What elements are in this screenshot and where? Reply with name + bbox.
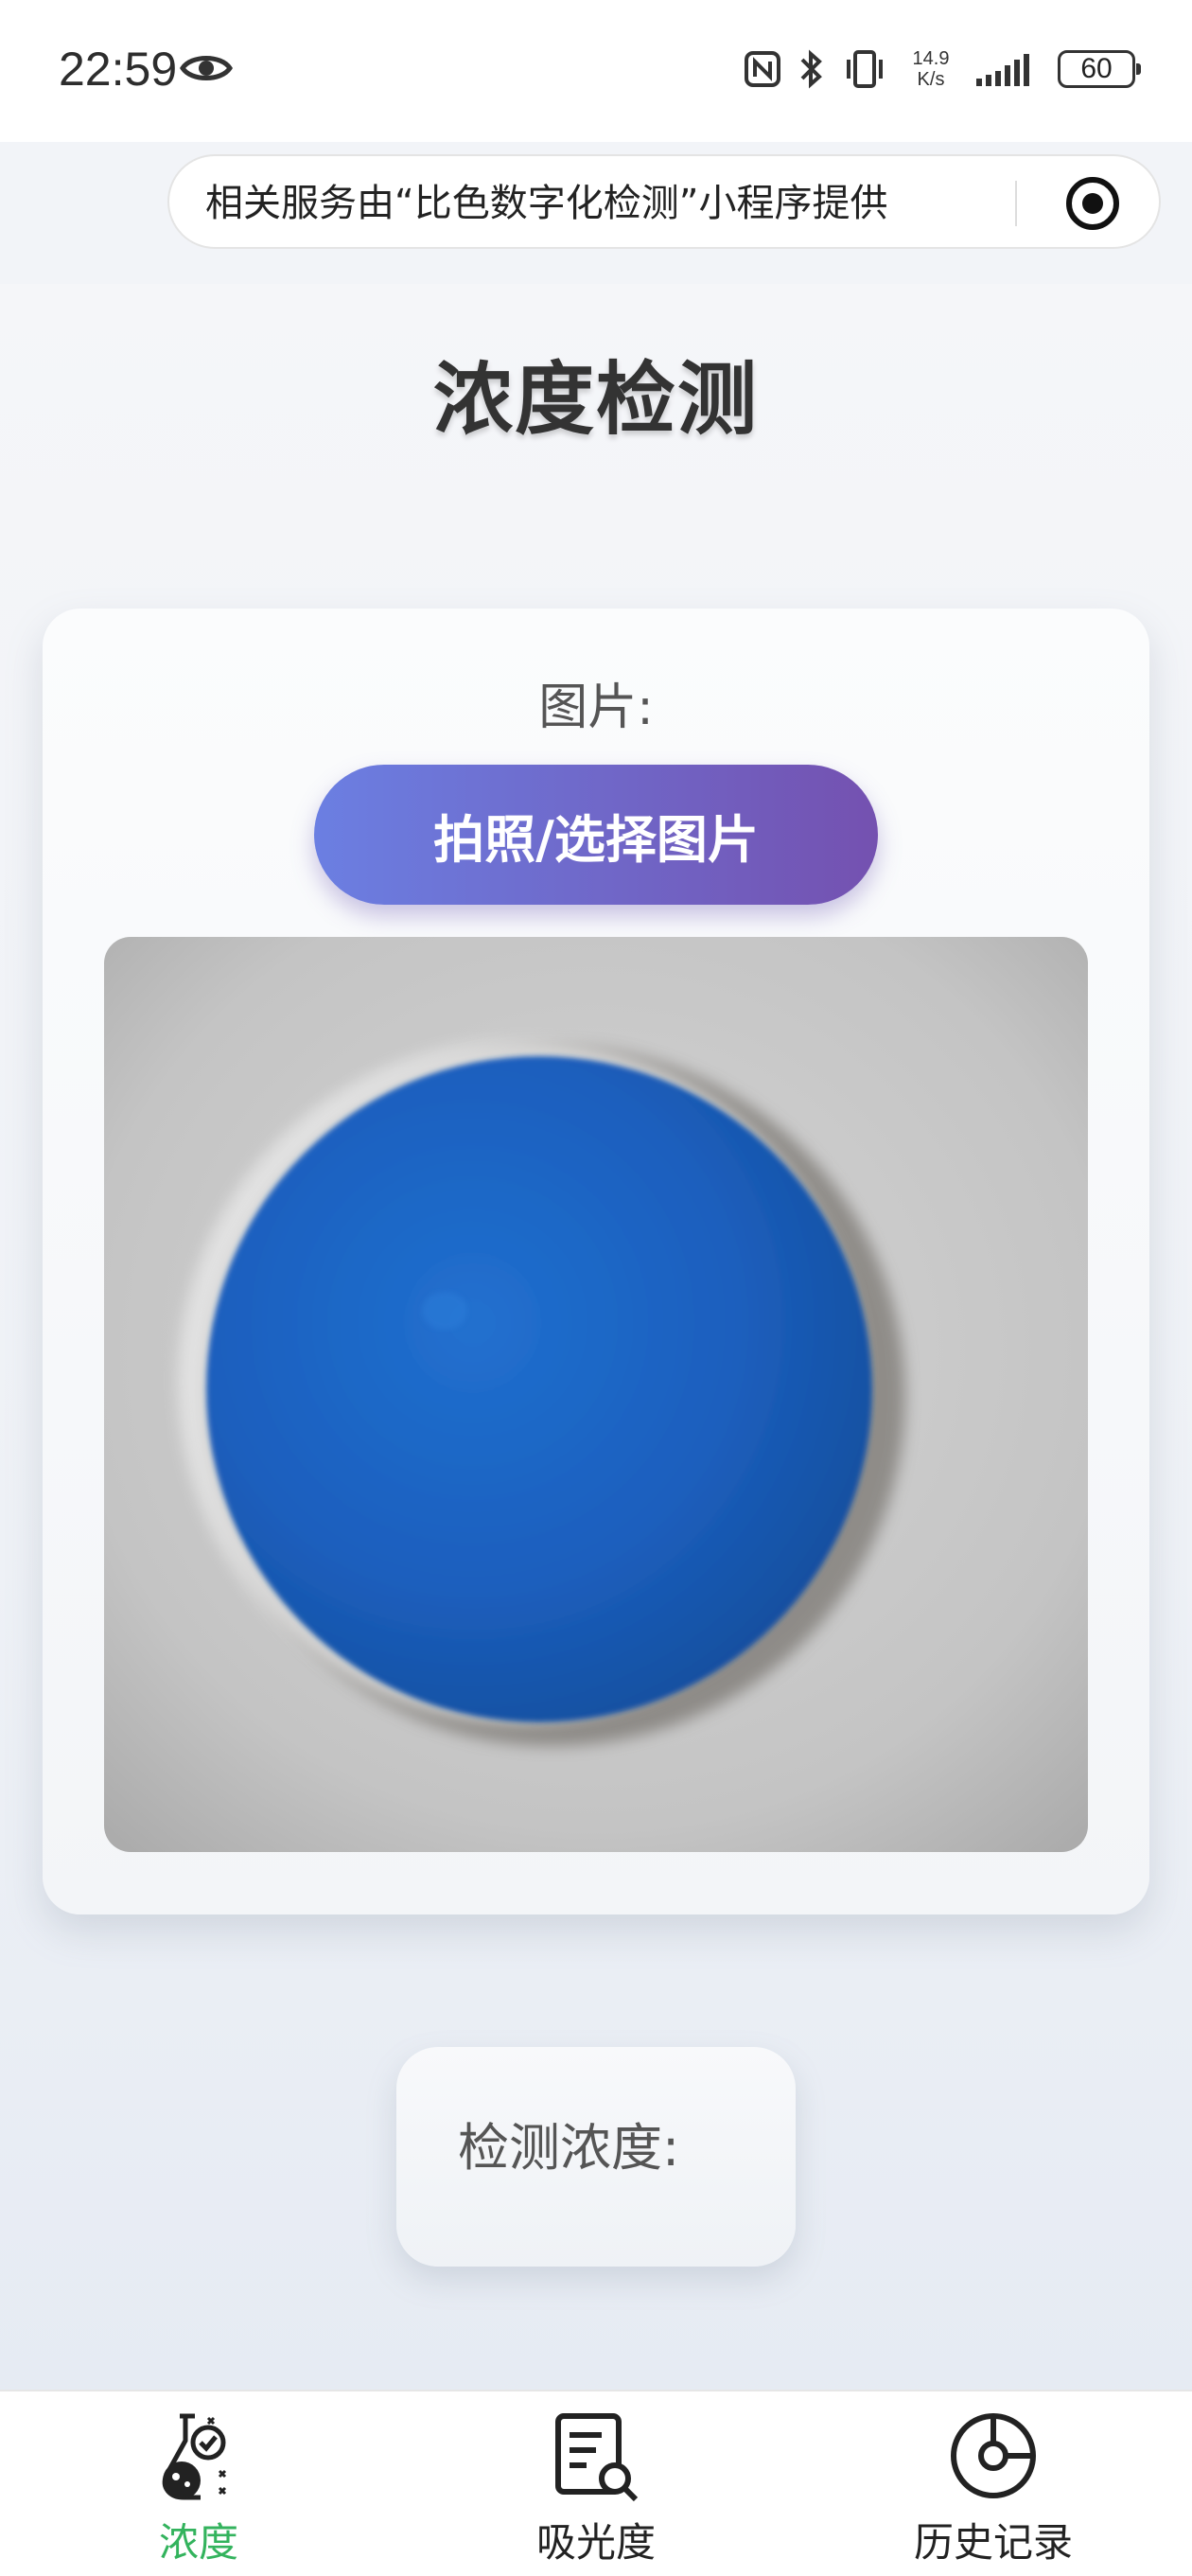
network-speed-value: 14.9 (912, 48, 950, 69)
notice-divider (1015, 181, 1017, 226)
target-icon[interactable] (1062, 173, 1123, 234)
eye-icon (180, 56, 233, 80)
nfc-icon (745, 51, 780, 87)
result-card: 检测浓度: (396, 2047, 796, 2267)
battery-indicator: 60 (1058, 50, 1141, 88)
signal-icon (976, 54, 1029, 86)
bluetooth-icon (800, 49, 822, 89)
history-icon (951, 2413, 1036, 2498)
tab-history[interactable]: 历史记录 (851, 2391, 1135, 2576)
sample-photo-image (104, 937, 1088, 1852)
network-speed: 14.9 K/s (904, 48, 957, 90)
service-notice[interactable]: 相关服务由“比色数字化检测”小程序提供 (167, 154, 1161, 249)
document-search-icon (555, 2413, 639, 2502)
image-card: 图片: 拍照/选择图片 (43, 609, 1149, 1914)
tab-label: 浓度 (158, 2519, 238, 2566)
status-time: 22:59 (59, 43, 178, 96)
page-title: 浓度检测 (432, 353, 759, 446)
tab-concentration[interactable]: 浓度 (57, 2391, 341, 2576)
tab-absorbance[interactable]: 吸光度 (454, 2391, 738, 2576)
vibrate-icon (847, 50, 883, 88)
tab-label: 吸光度 (535, 2519, 656, 2566)
flask-icon (162, 2413, 227, 2500)
result-label: 检测浓度: (458, 2118, 680, 2178)
network-speed-unit: K/s (917, 69, 945, 90)
image-label: 图片: (538, 679, 654, 736)
service-notice-text: 相关服务由“比色数字化检测”小程序提供 (205, 182, 888, 225)
status-icons: 14.9 K/s 60 (744, 44, 1141, 95)
status-bar: 22:59 14.9 K/s 60 (0, 0, 1192, 142)
pick-image-button[interactable]: 拍照/选择图片 (314, 765, 878, 905)
tab-label: 历史记录 (913, 2519, 1073, 2566)
sample-photo (104, 937, 1088, 1852)
bottom-tabbar: 浓度 吸光度 历史记录 (0, 2390, 1192, 2576)
